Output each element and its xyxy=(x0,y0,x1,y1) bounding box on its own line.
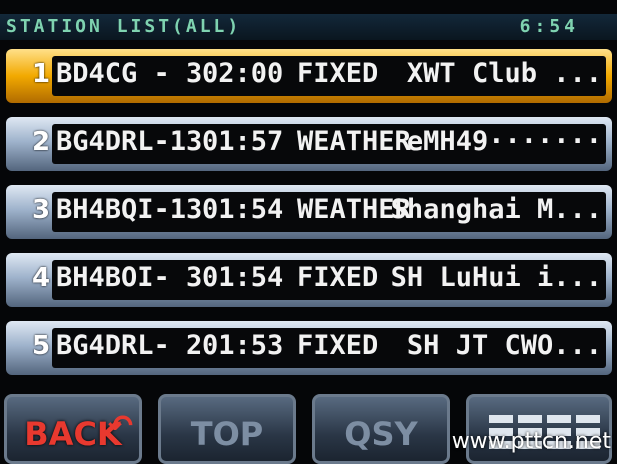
station-row-5[interactable]: 5 BG4DRL- 2 01:53 FIXED SH JT CWO... xyxy=(6,321,612,375)
station-comment: SH LuHui i... xyxy=(390,262,602,293)
station-comment: SH JT CWO... xyxy=(406,330,602,361)
station-row-3[interactable]: 3 BH4BQI-13 01:54 WEATHER Shanghai M... xyxy=(6,185,612,239)
station-type: FIXED xyxy=(297,58,379,89)
station-time: 01:53 xyxy=(202,330,284,361)
header-bar: STATION LIST(ALL) 6:54 xyxy=(0,14,617,40)
station-index: 4 xyxy=(32,263,51,293)
station-callsign: BH4BOI- 3 xyxy=(56,262,203,293)
station-time: 01:54 xyxy=(202,194,284,225)
station-info: BG4DRL-13 01:57 WEATHER eMH49······· xyxy=(52,124,606,164)
station-comment: eMH49······· xyxy=(406,126,602,157)
station-index: 2 xyxy=(32,127,51,157)
qsy-label: QSY xyxy=(344,415,418,453)
back-arrow-icon: ↶ xyxy=(107,409,133,444)
station-index: 3 xyxy=(32,195,51,225)
station-comment: XWT Club ... xyxy=(406,58,602,89)
screen-title: STATION LIST(ALL) xyxy=(6,16,242,37)
qsy-button[interactable]: QSY xyxy=(312,394,450,464)
watermark: www.pttcn.net xyxy=(451,429,611,454)
station-type: FIXED xyxy=(297,330,379,361)
station-time: 01:57 xyxy=(202,126,284,157)
station-callsign: BG4DRL- 2 xyxy=(56,330,203,361)
station-info: BG4DRL- 2 01:53 FIXED SH JT CWO... xyxy=(52,328,606,368)
station-callsign: BG4DRL-13 xyxy=(56,126,203,157)
station-row-2[interactable]: 2 BG4DRL-13 01:57 WEATHER eMH49······· xyxy=(6,117,612,171)
station-type: FIXED xyxy=(297,262,379,293)
station-time: 01:54 xyxy=(202,262,284,293)
station-time: 02:00 xyxy=(202,58,284,89)
station-row-4[interactable]: 4 BH4BOI- 3 01:54 FIXED SH LuHui i... xyxy=(6,253,612,307)
clock: 6:54 xyxy=(519,16,579,37)
station-index: 5 xyxy=(32,331,51,361)
top-label: TOP xyxy=(190,415,264,453)
station-comment: Shanghai M... xyxy=(390,194,602,225)
back-button[interactable]: BACK ↶ xyxy=(4,394,142,464)
top-button[interactable]: TOP xyxy=(158,394,296,464)
station-callsign: BH4BQI-13 xyxy=(56,194,203,225)
station-row-1[interactable]: 1 BD4CG - 3 02:00 FIXED XWT Club ... xyxy=(6,49,612,103)
station-callsign: BD4CG - 3 xyxy=(56,58,203,89)
station-info: BH4BQI-13 01:54 WEATHER Shanghai M... xyxy=(52,192,606,232)
station-type: WEATHER xyxy=(297,126,411,157)
station-info: BH4BOI- 3 01:54 FIXED SH LuHui i... xyxy=(52,260,606,300)
station-info: BD4CG - 3 02:00 FIXED XWT Club ... xyxy=(52,56,606,96)
station-index: 1 xyxy=(32,59,51,89)
